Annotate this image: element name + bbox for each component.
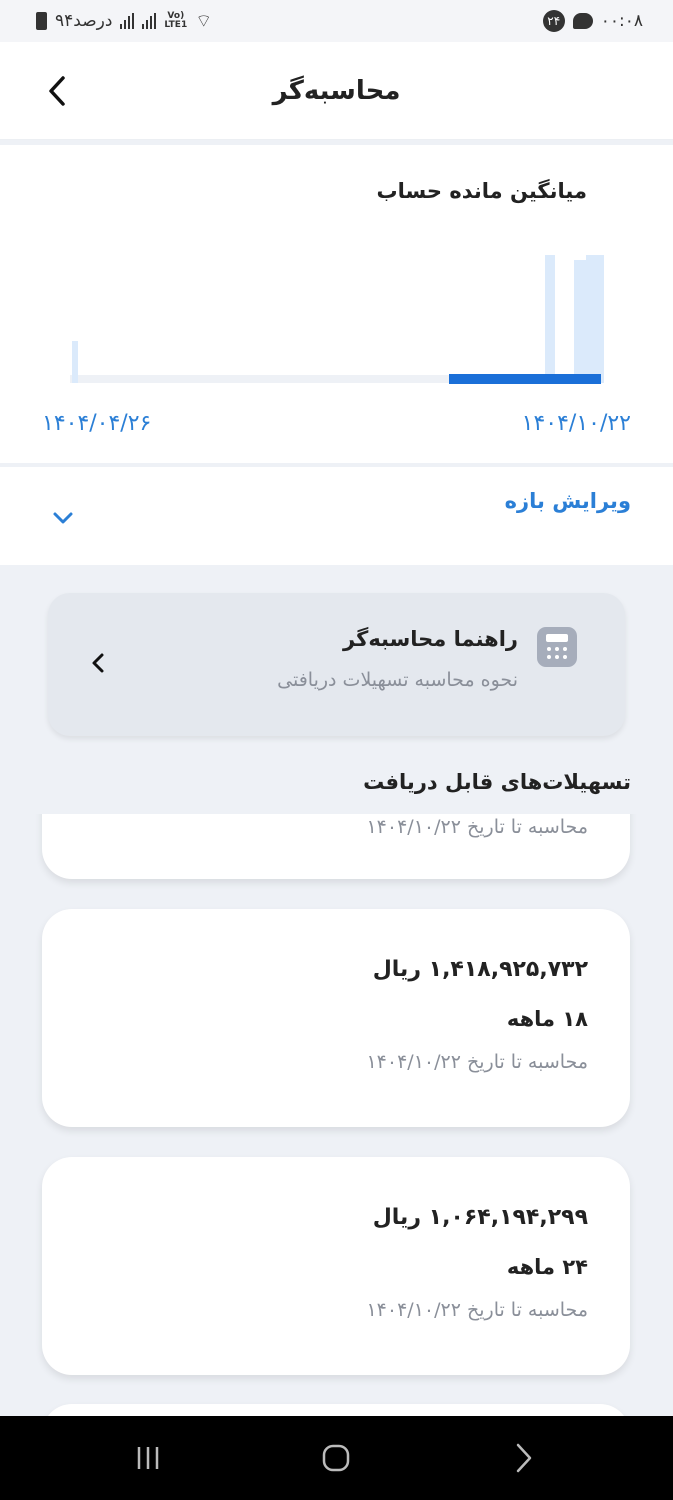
status-bar: ۹۴درصد Vo) LTE1 ⌔ ۲۴ ۰۰:۰۸: [0, 0, 673, 42]
signal-icon: [120, 13, 135, 29]
chart-bar: [72, 341, 78, 383]
nav-back-button[interactable]: [504, 1438, 544, 1478]
wifi-icon: ⌔: [195, 10, 213, 32]
guide-title: راهنما محاسبه‌گر: [343, 627, 518, 651]
loan-term: ۱۸ ماهه: [506, 1007, 588, 1031]
loan-date: محاسبه تا تاریخ ۱۴۰۴/۱۰/۲۲: [366, 1051, 588, 1073]
battery-text: ۹۴درصد: [55, 11, 113, 31]
page-title: محاسبه‌گر: [272, 76, 401, 106]
chart-date-end: ۱۴۰۴/۱۰/۲۲: [521, 411, 631, 436]
range-toggle-button[interactable]: [48, 503, 78, 533]
system-nav-bar: [0, 1416, 673, 1500]
chevron-right-icon: [516, 1443, 532, 1473]
balance-chart: [70, 255, 604, 384]
chart-bar: [545, 255, 555, 383]
status-right: ۲۴ ۰۰:۰۸: [542, 10, 643, 32]
notification-badge: ۲۴: [542, 10, 565, 32]
edit-range-label: ویرایش بازه: [504, 489, 631, 513]
chart-highlight-range: [449, 374, 601, 384]
recents-button[interactable]: [128, 1438, 168, 1478]
edit-range-row[interactable]: ویرایش بازه: [0, 467, 673, 565]
home-icon: [322, 1444, 350, 1472]
guide-subtitle: نحوه محاسبه تسهیلات دریافتی: [277, 669, 518, 691]
loan-term: ۲۴ ماهه: [506, 1255, 588, 1279]
calculator-icon: [537, 627, 577, 667]
loan-list[interactable]: محاسبه تا تاریخ ۱۴۰۴/۱۰/۲۲ ۱,۴۱۸,۹۲۵,۷۳۲…: [0, 814, 673, 1416]
chart-bar: [586, 255, 604, 383]
loan-card[interactable]: [42, 1404, 630, 1416]
loan-card[interactable]: ۱,۴۱۸,۹۲۵,۷۳۲ ریال ۱۸ ماهه محاسبه تا تار…: [42, 909, 630, 1127]
recents-icon: [137, 1447, 159, 1469]
status-left: ۹۴درصد Vo) LTE1 ⌔: [36, 10, 212, 33]
signal-icon-2: [142, 13, 157, 29]
loan-amount: ۱,۴۱۸,۹۲۵,۷۳۲ ریال: [372, 957, 588, 982]
loans-section-title: تسهیلات‌های قابل دریافت: [363, 770, 631, 794]
calculator-guide-card[interactable]: راهنما محاسبه‌گر نحوه محاسبه تسهیلات دری…: [48, 593, 625, 736]
loan-card[interactable]: ۱,۰۶۴,۱۹۴,۲۹۹ ریال ۲۴ ماهه محاسبه تا تار…: [42, 1157, 630, 1375]
chevron-down-icon: [53, 512, 73, 524]
chat-icon: [572, 13, 593, 29]
chevron-left-icon: [49, 76, 65, 106]
chart-date-start: ۱۴۰۴/۰۴/۲۶: [42, 411, 152, 436]
loan-card[interactable]: محاسبه تا تاریخ ۱۴۰۴/۱۰/۲۲: [42, 814, 630, 879]
status-time: ۰۰:۰۸: [600, 11, 643, 31]
loan-date: محاسبه تا تاریخ ۱۴۰۴/۱۰/۲۲: [366, 816, 588, 838]
loan-amount: ۱,۰۶۴,۱۹۴,۲۹۹ ریال: [372, 1205, 588, 1230]
battery-icon: [36, 12, 47, 30]
volte-icon: Vo) LTE1: [164, 11, 188, 30]
back-button[interactable]: [34, 68, 80, 114]
guide-open-button[interactable]: [84, 649, 112, 677]
loan-date: محاسبه تا تاریخ ۱۴۰۴/۱۰/۲۲: [366, 1299, 588, 1321]
balance-chart-card: میانگین مانده حساب ۱۴۰۴/۰۴/۲۶ ۱۴۰۴/۱۰/۲۲: [0, 145, 673, 463]
chart-bar: [574, 260, 586, 383]
chevron-left-icon: [92, 653, 104, 673]
home-button[interactable]: [316, 1438, 356, 1478]
app-header: محاسبه‌گر: [0, 42, 673, 140]
